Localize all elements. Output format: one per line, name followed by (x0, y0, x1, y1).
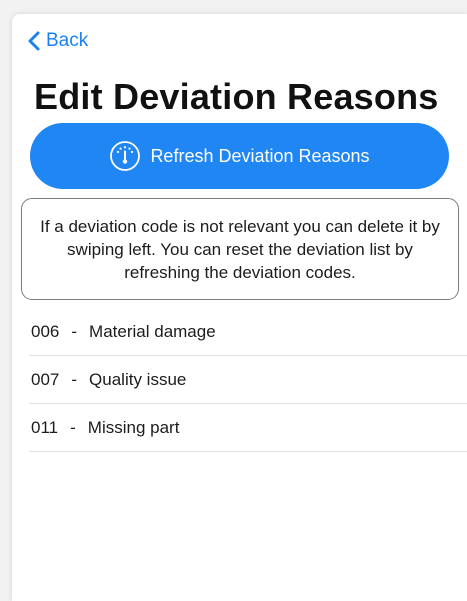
chevron-left-icon (28, 31, 40, 51)
reason-code: 006 (31, 321, 60, 341)
refresh-deviation-reasons-button[interactable]: Refresh Deviation Reasons (30, 123, 449, 189)
list-item[interactable]: 006 - Material damage (29, 308, 467, 356)
reason-separator: - (71, 369, 78, 389)
list-item[interactable]: 011 - Missing part (29, 404, 467, 452)
reason-label: Quality issue (89, 369, 187, 389)
gauge-icon (110, 141, 141, 171)
page-title: Edit Deviation Reasons (34, 76, 439, 117)
reason-label: Material damage (89, 321, 216, 341)
list-item[interactable]: 007 - Quality issue (29, 356, 467, 404)
app-screen: Back Edit Deviation Reasons Refresh Devi… (12, 14, 467, 601)
deviation-reasons-list: 006 - Material damage 007 - Quality issu… (29, 308, 467, 452)
refresh-button-label: Refresh Deviation Reasons (150, 145, 370, 166)
reason-label: Missing part (87, 417, 180, 437)
reason-code: 011 (31, 417, 59, 437)
reason-separator: - (71, 321, 78, 341)
back-label: Back (46, 30, 89, 51)
info-message-text: If a deviation code is not relevant you … (40, 216, 440, 282)
back-button[interactable]: Back (26, 30, 88, 52)
reason-separator: - (70, 417, 76, 437)
info-message-box: If a deviation code is not relevant you … (21, 198, 459, 300)
reason-code: 007 (31, 369, 60, 389)
